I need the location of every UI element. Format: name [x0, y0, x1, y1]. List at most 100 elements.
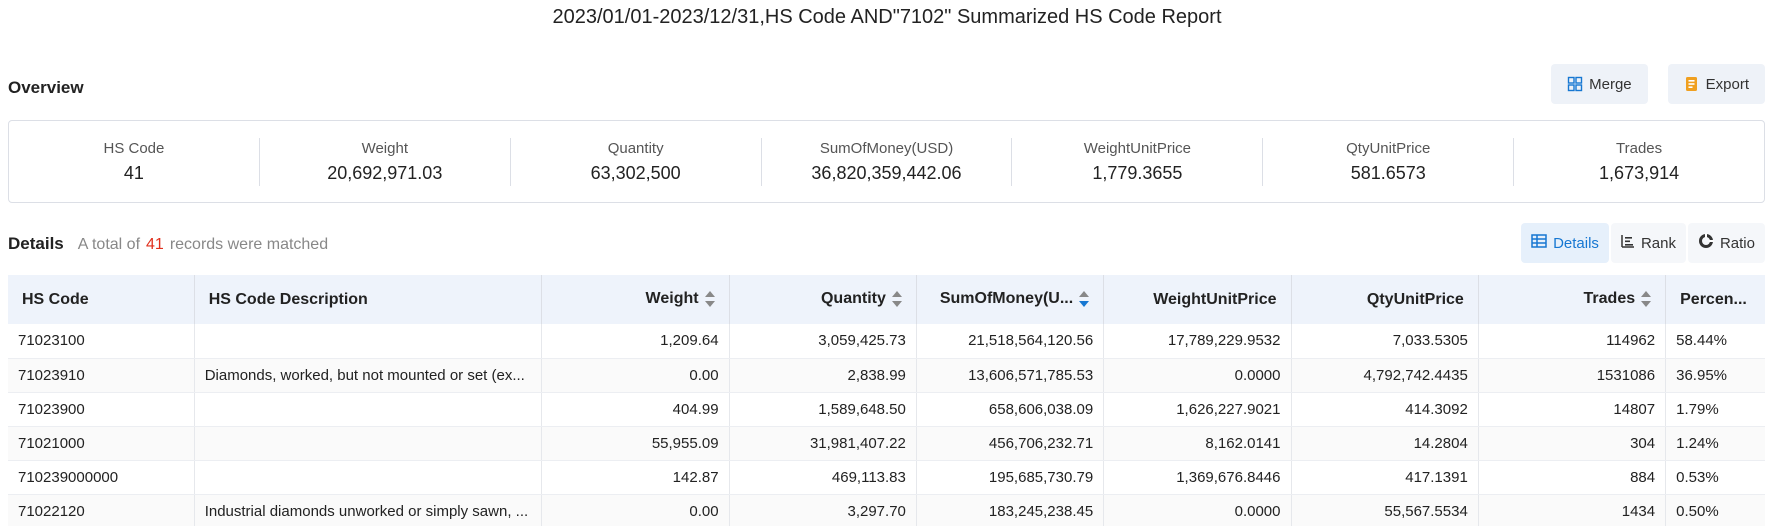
- table-row[interactable]: 71023910 Diamonds, worked, but not mount…: [8, 358, 1765, 393]
- col-trades[interactable]: Trades: [1478, 275, 1667, 324]
- cell-sum-of-money: 195,685,730.79: [916, 460, 1105, 495]
- col-label: SumOfMoney(U...: [939, 290, 1074, 308]
- cell-hs-code: 71022120: [8, 494, 195, 526]
- cell-quantity: 3,059,425.73: [729, 324, 917, 359]
- cell-weight-unit-price: 0.0000: [1103, 358, 1292, 393]
- cell-weight: 404.99: [541, 392, 730, 427]
- merge-label: Merge: [1589, 75, 1632, 93]
- cell-quantity: 1,589,648.50: [729, 392, 917, 427]
- summary-label: HS Code: [103, 139, 165, 157]
- summary-value: 63,302,500: [590, 162, 681, 183]
- report-title: 2023/01/01-2023/12/31,HS Code AND"7102" …: [552, 6, 1222, 28]
- cell-qty-unit-price: 7,033.5305: [1291, 324, 1479, 359]
- cell-hs-code: 710239000000: [8, 460, 195, 495]
- cell-weight-unit-price: 1,626,227.9021: [1103, 392, 1292, 427]
- table-row[interactable]: 71023100 1,209.64 3,059,425.73 21,518,56…: [8, 324, 1765, 359]
- rank-icon: [1621, 234, 1635, 252]
- cell-weight: 0.00: [541, 358, 730, 393]
- merge-button[interactable]: Merge: [1551, 64, 1648, 104]
- details-title: Details: [8, 234, 64, 253]
- sort-icon[interactable]: [891, 290, 902, 308]
- summary-trades: Trades 1,673,914: [1514, 138, 1764, 186]
- cell-hs-code: 71023900: [8, 392, 195, 427]
- col-qty-unit-price[interactable]: QtyUnitPrice: [1291, 275, 1479, 324]
- details-header: Details A total of 41 records were matched: [8, 234, 328, 254]
- cell-quantity: 469,113.83: [729, 460, 917, 495]
- summary-panel: HS Code 41 Weight 20,692,971.03 Quantity…: [8, 120, 1765, 203]
- records-note-prefix: A total of: [77, 236, 141, 253]
- cell-weight-unit-price: 17,789,229.9532: [1103, 324, 1292, 359]
- cell-sum-of-money: 456,706,232.71: [916, 426, 1105, 461]
- cell-trades: 304: [1478, 426, 1667, 461]
- cell-qty-unit-price: 414.3092: [1291, 392, 1479, 427]
- cell-weight: 55,955.09: [541, 426, 730, 461]
- summary-weight: Weight 20,692,971.03: [260, 137, 511, 186]
- col-label: HS Code: [22, 290, 89, 308]
- records-count: 41: [146, 236, 164, 253]
- col-label: QtyUnitPrice: [1366, 290, 1464, 308]
- cell-qty-unit-price: 14.2804: [1291, 426, 1479, 461]
- summary-value: 41: [123, 162, 144, 183]
- summary-label: Trades: [1616, 139, 1663, 157]
- summary-value: 20,692,971.03: [327, 162, 443, 183]
- cell-qty-unit-price: 4,792,742.4435: [1291, 358, 1479, 393]
- table-icon: [1531, 234, 1547, 252]
- cell-qty-unit-price: 55,567.5534: [1291, 494, 1479, 526]
- cell-description: [194, 392, 543, 427]
- cell-hs-code: 71021000: [8, 426, 195, 461]
- summary-label: Weight: [361, 139, 408, 157]
- export-button[interactable]: Export: [1667, 64, 1765, 104]
- cell-percentage: 0.50%: [1665, 494, 1765, 526]
- cell-percentage: 36.95%: [1665, 358, 1765, 393]
- summary-value: 581.6573: [1350, 162, 1426, 183]
- summary-sum-of-money: SumOfMoney(USD) 36,820,359,442.06: [762, 137, 1013, 186]
- cell-quantity: 2,838.99: [729, 358, 917, 393]
- cell-sum-of-money: 21,518,564,120.56: [916, 324, 1105, 359]
- col-description[interactable]: HS Code Description: [194, 275, 543, 324]
- cell-trades: 1434: [1478, 494, 1667, 526]
- table-row[interactable]: 71023900 404.99 1,589,648.50 658,606,038…: [8, 392, 1765, 427]
- summary-weight-unit-price: WeightUnitPrice 1,779.3655: [1012, 137, 1264, 186]
- cell-qty-unit-price: 417.1391: [1291, 460, 1479, 495]
- cell-weight: 0.00: [541, 494, 730, 526]
- cell-description: [194, 324, 543, 359]
- col-hs-code[interactable]: HS Code: [8, 275, 195, 324]
- table-row[interactable]: 710239000000 142.87 469,113.83 195,685,7…: [8, 460, 1765, 495]
- sort-icon[interactable]: [704, 290, 715, 308]
- pie-chart-icon: [1698, 233, 1714, 253]
- col-weight[interactable]: Weight: [541, 275, 730, 324]
- table-row[interactable]: 71021000 55,955.09 31,981,407.22 456,706…: [8, 426, 1765, 461]
- cell-hs-code: 71023100: [8, 324, 195, 359]
- tab-rank[interactable]: Rank: [1610, 223, 1686, 263]
- table-row[interactable]: 71022120 Industrial diamonds unworked or…: [8, 494, 1765, 526]
- tab-details-label: Details: [1553, 234, 1599, 252]
- summary-value: 1,779.3655: [1092, 162, 1183, 183]
- tab-ratio[interactable]: Ratio: [1687, 223, 1765, 263]
- cell-percentage: 1.79%: [1665, 392, 1765, 427]
- tab-details[interactable]: Details: [1521, 223, 1609, 263]
- view-tabs: Details Rank Ratio: [1521, 223, 1765, 263]
- summary-qty-unit-price: QtyUnitPrice 581.6573: [1263, 137, 1515, 186]
- summary-label: SumOfMoney(USD): [819, 139, 954, 157]
- col-sum-of-money[interactable]: SumOfMoney(U...: [916, 275, 1105, 324]
- cell-percentage: 1.24%: [1665, 426, 1765, 461]
- cell-description: [194, 426, 543, 461]
- sort-desc-icon[interactable]: [1079, 290, 1090, 308]
- cell-percentage: 58.44%: [1665, 324, 1765, 359]
- cell-trades: 884: [1478, 460, 1667, 495]
- col-quantity[interactable]: Quantity: [729, 275, 917, 324]
- col-label: Quantity: [820, 290, 886, 308]
- col-percentage[interactable]: Percen...: [1665, 275, 1765, 324]
- cell-description: [194, 460, 543, 495]
- cell-hs-code: 71023910: [8, 358, 195, 393]
- cell-sum-of-money: 658,606,038.09: [916, 392, 1105, 427]
- details-table: HS Code HS Code Description Weight Quant…: [8, 275, 1765, 526]
- cell-weight: 1,209.64: [541, 324, 730, 359]
- sort-icon[interactable]: [1641, 290, 1652, 308]
- cell-weight: 142.87: [541, 460, 730, 495]
- summary-hs-code: HS Code 41: [9, 137, 260, 186]
- col-weight-unit-price[interactable]: WeightUnitPrice: [1103, 275, 1292, 324]
- export-icon: [1684, 76, 1700, 92]
- cell-quantity: 3,297.70: [729, 494, 917, 526]
- summary-value: 36,820,359,442.06: [811, 162, 962, 183]
